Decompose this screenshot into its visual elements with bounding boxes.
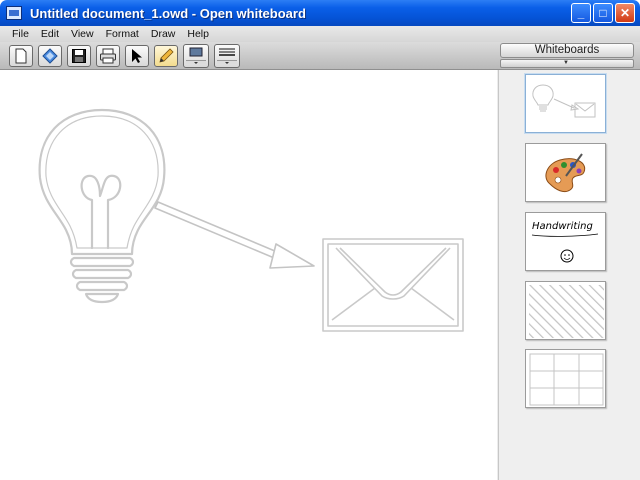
cursor-arrow-icon	[132, 48, 142, 63]
fill-color-dropdown[interactable]	[186, 60, 206, 64]
select-tool-button[interactable]	[125, 44, 149, 67]
new-document-button[interactable]	[9, 44, 33, 67]
menu-help[interactable]: Help	[181, 28, 215, 40]
whiteboard-thumbnail-lightbulb[interactable]	[525, 74, 606, 133]
title-bar: Untitled document_1.owd - Open whiteboar…	[0, 0, 640, 26]
pen-tool-button[interactable]	[154, 44, 178, 67]
menu-bar: File Edit View Format Draw Help	[0, 26, 640, 42]
printer-icon	[100, 48, 116, 63]
app-icon	[6, 6, 22, 20]
close-button[interactable]: ✕	[615, 3, 635, 23]
whiteboards-dropdown[interactable]: ▼	[500, 59, 634, 68]
line-style-dropdown[interactable]	[217, 60, 237, 64]
fill-color-icon	[189, 47, 203, 57]
fill-color-button[interactable]	[183, 43, 209, 68]
eraser-button[interactable]	[38, 44, 62, 67]
menu-view[interactable]: View	[65, 28, 100, 40]
whiteboard-thumbnail-hatched[interactable]	[525, 281, 606, 340]
window-title: Untitled document_1.owd - Open whiteboar…	[30, 5, 306, 21]
whiteboards-header: Whiteboards ▼	[500, 43, 634, 68]
save-icon	[72, 48, 86, 63]
menu-draw[interactable]: Draw	[145, 28, 182, 40]
new-document-icon	[15, 48, 27, 63]
line-style-button[interactable]	[214, 43, 240, 68]
lightbulb-drawing[interactable]	[38, 108, 166, 304]
whiteboard-thumbnail-handwriting[interactable]: Handwriting	[525, 212, 606, 271]
menu-file[interactable]: File	[6, 28, 35, 40]
whiteboard-thumbnail-palette[interactable]	[525, 143, 606, 202]
minimize-button[interactable]: _	[571, 3, 591, 23]
arrow-drawing[interactable]	[154, 201, 315, 269]
maximize-button[interactable]: □	[593, 3, 613, 23]
menu-format[interactable]: Format	[100, 28, 145, 40]
whiteboards-label[interactable]: Whiteboards	[500, 43, 634, 58]
whiteboards-panel: Handwriting	[499, 70, 640, 480]
whiteboard-thumbnail-grid[interactable]	[525, 349, 606, 408]
whiteboard-canvas[interactable]	[0, 70, 497, 480]
pencil-icon	[159, 47, 174, 63]
print-button[interactable]	[96, 44, 120, 67]
save-button[interactable]	[67, 44, 91, 67]
menu-edit[interactable]: Edit	[35, 28, 65, 40]
envelope-drawing[interactable]	[322, 238, 464, 332]
line-style-icon	[219, 48, 235, 56]
eraser-icon	[42, 47, 58, 64]
